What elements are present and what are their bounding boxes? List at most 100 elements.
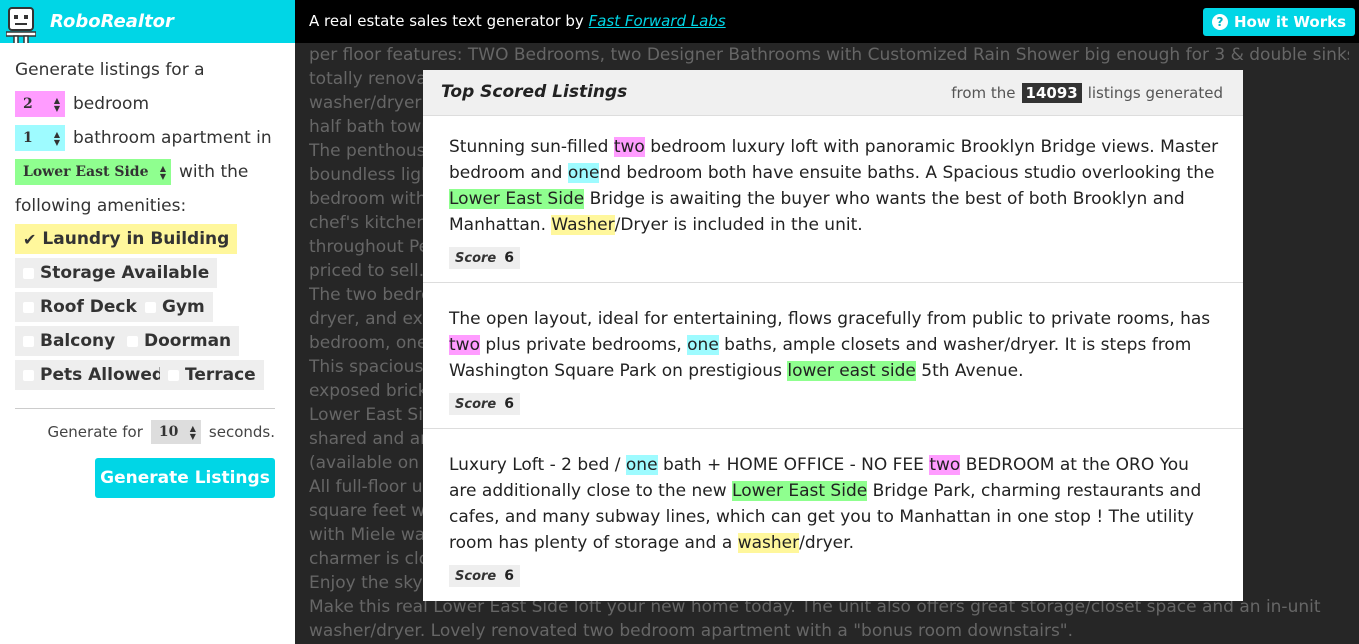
robot-logo-icon [6, 7, 36, 44]
amenity-label: Doorman [144, 331, 232, 351]
listing-text-segment: /dryer. [799, 533, 854, 553]
score-value: 6 [504, 250, 514, 266]
listing-card: Luxury Loft - 2 bed / one bath + HOME OF… [423, 429, 1243, 601]
listing-text: Stunning sun-filled two bedroom luxury l… [449, 134, 1219, 238]
neighborhood-row: Lower East Side ▲ ▼ with the [15, 159, 248, 185]
keyword-highlight: washer [737, 533, 800, 553]
amenity-label: Pets Allowed [40, 365, 165, 385]
checkbox-icon [168, 369, 179, 381]
intro-text: Generate listings for a [15, 60, 205, 80]
listing-text-segment: 5th Avenue. [915, 361, 1024, 381]
spinner-icon: ▲ ▼ [53, 129, 60, 147]
amenity-terrace[interactable]: Terrace [160, 360, 264, 390]
generated-text-line: washer/dryer. Lovely renovated two bedro… [309, 621, 1074, 641]
generate-for-label: Generate for [47, 423, 143, 441]
listing-text-segment: Luxury Loft - 2 bed / [449, 455, 626, 475]
spinner-icon: ▲ ▼ [189, 423, 196, 441]
keyword-highlight: two [929, 455, 961, 475]
score-value: 6 [504, 396, 514, 412]
seconds-label: seconds. [208, 423, 275, 441]
top-bar: A real estate sales text generator by Fa… [295, 0, 1359, 43]
keyword-highlight: one [567, 163, 600, 183]
keyword-highlight: one [625, 455, 658, 475]
neighborhood-value: Lower East Side [23, 164, 149, 180]
checkmark-icon: ✔ [23, 229, 37, 249]
bedroom-row: 2 ▲ ▼ bedroom [15, 91, 149, 117]
divider [15, 408, 275, 409]
score-label: Score [455, 568, 497, 584]
keyword-highlight: lower east side [787, 361, 916, 381]
amenity-pets-allowed[interactable]: Pets Allowed [15, 360, 173, 390]
checkbox-icon [23, 369, 34, 381]
intro-row: Generate listings for a [15, 57, 205, 83]
amenity-balcony[interactable]: Balcony [15, 326, 124, 356]
amenity-label: Gym [162, 297, 205, 317]
listing-card: Stunning sun-filled two bedroom luxury l… [423, 117, 1243, 283]
bathroom-row: 1 ▲ ▼ bathroom apartment in [15, 125, 272, 151]
amenities-label-row: following amenities: [15, 193, 186, 219]
seconds-select[interactable]: 10 ▲ ▼ [150, 420, 201, 444]
listing-text-segment: bath + HOME OFFICE - NO FEE [657, 455, 930, 475]
score-value: 6 [504, 568, 514, 584]
amenity-label: Roof Deck [40, 297, 137, 317]
tagline-text: A real estate sales text generator by [309, 12, 589, 30]
amenity-storage[interactable]: Storage Available [15, 258, 218, 288]
keyword-highlight: Lower East Side [732, 481, 868, 501]
generated-text-line: per floor features: TWO Bedrooms, two De… [309, 45, 1349, 65]
with-the-label: with the [179, 162, 249, 182]
fast-forward-labs-link[interactable]: Fast Forward Labs [589, 12, 726, 30]
bedroom-label: bedroom [73, 94, 150, 114]
listing-text-segment: nd bedroom both have ensuite baths. A Sp… [599, 163, 1215, 183]
bedroom-select[interactable]: 2 ▲ ▼ [15, 91, 65, 117]
score-badge: Score 6 [449, 565, 520, 587]
amenity-laundry[interactable]: ✔ Laundry in Building [15, 224, 238, 254]
checkbox-icon [23, 267, 34, 279]
listing-card: The open layout, ideal for entertaining,… [423, 283, 1243, 429]
listing-text: The open layout, ideal for entertaining,… [449, 306, 1219, 384]
amenity-label: Laundry in Building [42, 229, 230, 249]
listing-text-segment: plus private bedrooms, [479, 335, 688, 355]
listing-text-segment: The open layout, ideal for entertaining,… [449, 309, 1211, 329]
amenity-doorman[interactable]: Doorman [119, 326, 240, 356]
top-scored-modal: Top Scored Listings from the 14093 listi… [423, 70, 1243, 601]
bathroom-value: 1 [23, 130, 33, 146]
amenities-label: following amenities: [15, 196, 187, 216]
brand-bar: RoboRealtor [0, 0, 295, 44]
neighborhood-select[interactable]: Lower East Side ▲ ▼ [15, 159, 171, 185]
spinner-icon: ▲ ▼ [159, 163, 166, 181]
score-label: Score [455, 396, 497, 412]
modal-header: Top Scored Listings from the 14093 listi… [423, 70, 1243, 116]
keyword-highlight: two [613, 137, 645, 157]
seconds-value: 10 [158, 424, 179, 440]
checkbox-icon [127, 335, 138, 347]
amenity-label: Storage Available [40, 263, 210, 283]
listing-text-segment: /Dryer is included in the unit. [614, 215, 863, 235]
bathroom-label: bathroom apartment in [73, 128, 272, 148]
bedroom-value: 2 [23, 96, 33, 112]
listings-generated-label: listings generated [1087, 84, 1223, 102]
listing-text: Luxury Loft - 2 bed / one bath + HOME OF… [449, 452, 1219, 556]
keyword-highlight: Washer [551, 215, 615, 235]
score-badge: Score 6 [449, 393, 520, 415]
sidebar: Generate listings for a 2 ▲ ▼ bedroom 1 ▲… [0, 43, 295, 644]
amenity-label: Balcony [40, 331, 116, 351]
count-badge: 14093 [1021, 83, 1082, 103]
brand-name[interactable]: RoboRealtor [50, 11, 174, 32]
question-icon: ? [1211, 14, 1228, 30]
keyword-highlight: two [449, 335, 480, 355]
keyword-highlight: Lower East Side [449, 189, 585, 209]
from-the-label: from the [951, 84, 1016, 102]
checkbox-icon [23, 301, 34, 313]
amenity-label: Terrace [185, 365, 256, 385]
amenity-roof-deck[interactable]: Roof Deck [15, 292, 145, 322]
checkbox-icon [145, 301, 156, 313]
checkbox-icon [23, 335, 34, 347]
how-it-works-label: How it Works [1233, 13, 1347, 31]
how-it-works-button[interactable]: ? How it Works [1203, 8, 1355, 36]
bathroom-select[interactable]: 1 ▲ ▼ [15, 125, 65, 151]
spinner-icon: ▲ ▼ [53, 95, 60, 113]
generate-listings-button[interactable]: Generate Listings [95, 458, 275, 498]
listing-text-segment: Stunning sun-filled [449, 137, 614, 157]
amenity-gym[interactable]: Gym [137, 292, 213, 322]
generate-duration-row: Generate for 10 ▲ ▼ seconds. [47, 420, 275, 444]
